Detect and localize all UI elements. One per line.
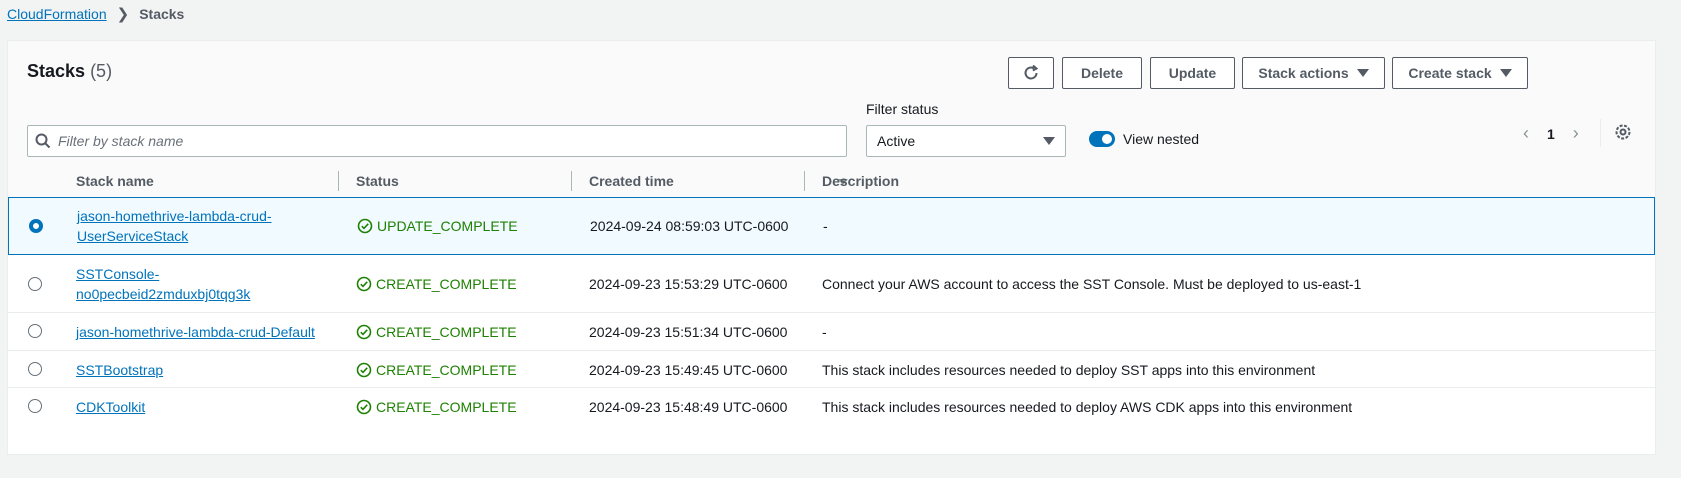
column-divider[interactable] <box>571 171 572 191</box>
table-row[interactable]: SSTConsole-no0pecbeid2zmduxbj0tqg3k CREA… <box>8 255 1655 313</box>
check-circle-icon <box>356 362 372 378</box>
column-status[interactable]: Status <box>356 173 399 189</box>
chevron-left-icon[interactable]: ‹ <box>1523 123 1529 144</box>
breadcrumb: CloudFormation ❯ Stacks <box>7 4 184 24</box>
row-radio[interactable] <box>29 219 43 233</box>
status-text: CREATE_COMPLETE <box>376 399 517 415</box>
table-header: Stack name Status Created time Descripti… <box>8 165 1655 199</box>
stack-name-link[interactable]: CDKToolkit <box>76 399 145 415</box>
caret-down-icon <box>1356 69 1369 77</box>
description-cell: This stack includes resources needed to … <box>822 399 1353 415</box>
filter-status-label: Filter status <box>866 101 939 117</box>
page-title: Stacks (5) <box>27 61 112 82</box>
filter-status-value: Active <box>877 133 916 149</box>
status-text: CREATE_COMPLETE <box>376 324 517 340</box>
refresh-button[interactable] <box>1008 57 1054 89</box>
chevron-right-icon[interactable]: › <box>1573 123 1579 144</box>
stacks-panel: Stacks (5) Delete Update Stack actions C… <box>7 40 1656 455</box>
table-row[interactable]: CDKToolkit CREATE_COMPLETE 2024-09-23 15… <box>8 388 1655 426</box>
create-stack-label: Create stack <box>1408 65 1492 81</box>
title-text: Stacks <box>27 61 86 81</box>
status-cell: CREATE_COMPLETE <box>356 360 517 380</box>
created-time-cell: 2024-09-24 08:59:03 UTC-0600 <box>590 218 789 234</box>
column-description[interactable]: Description <box>822 173 899 189</box>
update-button[interactable]: Update <box>1150 57 1235 89</box>
column-divider[interactable] <box>338 171 339 191</box>
stack-name-link[interactable]: SSTConsole-no0pecbeid2zmduxbj0tqg3k <box>76 266 250 302</box>
created-time-cell: 2024-09-23 15:53:29 UTC-0600 <box>589 276 788 292</box>
status-cell: CREATE_COMPLETE <box>356 397 517 417</box>
status-text: CREATE_COMPLETE <box>376 362 517 378</box>
stack-name-cell: SSTConsole-no0pecbeid2zmduxbj0tqg3k <box>76 264 250 304</box>
view-nested-label: View nested <box>1123 131 1200 147</box>
row-radio[interactable] <box>28 324 42 338</box>
search-icon <box>28 133 58 149</box>
status-cell: UPDATE_COMPLETE <box>357 216 518 236</box>
table-row[interactable]: SSTBootstrap CREATE_COMPLETE 2024-09-23 … <box>8 351 1655 388</box>
created-time-cell: 2024-09-23 15:48:49 UTC-0600 <box>589 399 788 415</box>
status-cell: CREATE_COMPLETE <box>356 274 517 294</box>
pagination-divider <box>1600 119 1601 147</box>
refresh-icon <box>1024 64 1039 80</box>
stack-count: (5) <box>90 61 113 81</box>
table-row[interactable]: jason-homethrive-lambda-crud-Default CRE… <box>8 313 1655 351</box>
stack-name-cell: SSTBootstrap <box>76 360 163 380</box>
stack-name-cell: jason-homethrive-lambda-crud-Default <box>76 322 315 342</box>
page-number[interactable]: 1 <box>1547 126 1555 142</box>
stack-name-link[interactable]: jason-homethrive-lambda-crud- UserService… <box>77 208 272 244</box>
delete-button[interactable]: Delete <box>1062 57 1142 89</box>
stack-name-cell: CDKToolkit <box>76 397 145 417</box>
view-nested-control: View nested <box>1089 131 1199 147</box>
caret-down-icon <box>1043 137 1055 145</box>
created-time-cell: 2024-09-23 15:51:34 UTC-0600 <box>589 324 788 340</box>
row-radio[interactable] <box>28 277 42 291</box>
search-field <box>27 125 847 157</box>
row-radio[interactable] <box>28 362 42 376</box>
caret-down-icon <box>1499 69 1512 77</box>
table-row[interactable]: jason-homethrive-lambda-crud- UserService… <box>8 197 1655 255</box>
stack-name-cell: jason-homethrive-lambda-crud- UserService… <box>77 206 272 246</box>
description-cell: Connect your AWS account to access the S… <box>822 276 1362 292</box>
status-text: CREATE_COMPLETE <box>376 276 517 292</box>
check-circle-icon <box>356 324 372 340</box>
pagination: ‹ 1 › <box>1523 123 1579 144</box>
breadcrumb-current: Stacks <box>139 6 185 22</box>
gear-icon[interactable] <box>1614 123 1632 144</box>
check-circle-icon <box>356 276 372 292</box>
create-stack-button[interactable]: Create stack <box>1392 57 1528 89</box>
description-cell: - <box>822 324 827 340</box>
description-cell: This stack includes resources needed to … <box>822 362 1316 378</box>
row-radio[interactable] <box>28 399 42 413</box>
search-input[interactable] <box>58 133 846 149</box>
chevron-right-icon: ❯ <box>116 6 130 23</box>
check-circle-icon <box>357 218 373 234</box>
created-time-cell: 2024-09-23 15:49:45 UTC-0600 <box>589 362 788 378</box>
view-nested-toggle[interactable] <box>1089 131 1115 147</box>
column-created-time[interactable]: Created time <box>589 173 674 189</box>
stack-name-link[interactable]: SSTBootstrap <box>76 362 163 378</box>
stack-actions-label: Stack actions <box>1258 65 1349 81</box>
stack-actions-button[interactable]: Stack actions <box>1242 57 1385 89</box>
column-stack-name[interactable]: Stack name <box>76 173 154 189</box>
breadcrumb-cloudformation-link[interactable]: CloudFormation <box>7 6 107 22</box>
status-cell: CREATE_COMPLETE <box>356 322 517 342</box>
column-divider[interactable] <box>804 171 805 191</box>
status-text: UPDATE_COMPLETE <box>377 218 518 234</box>
filter-status-select[interactable]: Active <box>866 125 1066 157</box>
stack-name-link[interactable]: jason-homethrive-lambda-crud-Default <box>76 324 315 340</box>
description-cell: - <box>823 218 828 234</box>
check-circle-icon <box>356 399 372 415</box>
